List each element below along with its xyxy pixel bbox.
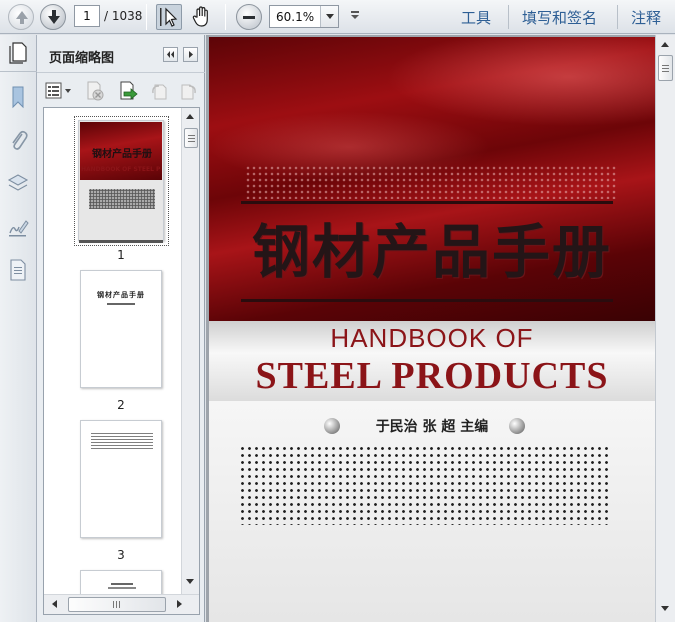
thumbnail-cover-title: 钢材产品手册 (92, 149, 152, 160)
cover-title-english-line1: HANDBOOK OF (330, 323, 534, 353)
thumbnail-dot-pattern (89, 189, 155, 209)
extract-pages-button[interactable] (118, 81, 138, 101)
bookmark-icon (12, 86, 24, 109)
expand-right-button[interactable] (183, 47, 198, 62)
main-toolbar: 1 / 1038 60.1% 工具 填写和签名 注释 (0, 0, 675, 34)
grip-icon (113, 601, 114, 608)
thumbnail-text-line (111, 583, 133, 585)
content-button[interactable] (7, 258, 29, 282)
layers-icon (7, 174, 29, 191)
thumbnail-list: 钢材产品手册 HANDBOOK OF STEEL PRODUCTS 1 钢材产品… (43, 107, 200, 615)
panel-header: 页面缩略图 (37, 35, 205, 73)
rotate-left-icon (152, 84, 167, 100)
toolbar-divider (146, 4, 147, 30)
pages-icon (9, 42, 27, 64)
cover-bullet-right (509, 418, 525, 434)
panel-toolbar (37, 75, 205, 105)
scroll-left-icon[interactable] (48, 597, 63, 612)
document-view[interactable]: 钢材产品手册 HANDBOOK OF STEEL PRODUCTS 于民治 张 … (206, 35, 675, 622)
scroll-thumb[interactable] (68, 597, 166, 612)
rail-divider (0, 71, 37, 72)
bookmarks-button[interactable] (7, 85, 29, 109)
select-cursor-icon (160, 7, 178, 27)
toolbar-divider (225, 4, 226, 30)
scroll-up-icon[interactable] (183, 110, 198, 125)
attachments-button[interactable] (7, 128, 29, 152)
layers-button[interactable] (7, 171, 29, 195)
signature-icon (9, 220, 29, 237)
navigation-rail (0, 35, 37, 622)
attachment-icon (12, 130, 28, 150)
pdf-page-cover: 钢材产品手册 HANDBOOK OF STEEL PRODUCTS 于民治 张 … (209, 37, 655, 622)
page-icon (10, 259, 26, 281)
cover-title-chinese: 钢材产品手册 (251, 218, 612, 286)
zoom-out-button[interactable] (236, 4, 262, 30)
thumbnail-text-block (91, 433, 153, 451)
hand-tool-button[interactable] (189, 4, 215, 30)
delete-page-icon (87, 81, 104, 101)
previous-page-button[interactable] (8, 4, 34, 30)
select-tool-button[interactable] (156, 4, 182, 30)
toolbar-divider (508, 5, 509, 29)
cover-title-english-line2: STEEL PRODUCTS (255, 355, 609, 397)
page-number-input[interactable]: 1 (74, 5, 100, 27)
cover-rule-bottom (241, 299, 613, 302)
arrow-down-icon (48, 10, 60, 24)
tools-link[interactable]: 工具 (461, 7, 491, 28)
signatures-button[interactable] (7, 215, 29, 239)
thumbnails-panel: 页面缩略图 钢材产品手册 HANDBOOK OF STEEL P 1 钢材产品手… (37, 35, 205, 622)
delete-pages-button[interactable] (85, 81, 105, 101)
page-total-label: / 1038 (104, 9, 143, 23)
thumbnail-vertical-scrollbar[interactable] (181, 108, 199, 594)
scroll-thumb[interactable] (658, 55, 673, 81)
options-menu-button[interactable] (45, 81, 73, 101)
thumbnail-cover-subtitle: HANDBOOK OF STEEL PRODUCTS (81, 166, 161, 173)
zoom-select[interactable]: 60.1% (269, 5, 339, 28)
thumbnail-page-2-title: 钢材产品手册 (97, 291, 145, 299)
thumbnail-number: 3 (117, 548, 125, 562)
fill-sign-link[interactable]: 填写和签名 (522, 7, 597, 28)
grip-icon (188, 135, 195, 136)
thumbnail-text-line (108, 587, 136, 589)
extract-page-icon (120, 81, 138, 100)
chevron-right-icon (189, 51, 193, 58)
next-page-button[interactable] (40, 4, 66, 30)
double-chevron-left-icon (167, 51, 174, 58)
thumbnail-page-3[interactable] (80, 420, 162, 538)
thumbnail-horizontal-scrollbar[interactable] (44, 594, 199, 614)
rotate-left-button[interactable] (149, 81, 169, 101)
rotate-right-icon (181, 84, 196, 100)
arrow-up-icon (16, 11, 28, 24)
document-vertical-scrollbar[interactable] (655, 35, 675, 622)
scroll-up-icon[interactable] (658, 38, 673, 53)
thumbnail-number: 2 (117, 398, 125, 412)
cover-dot-pattern (239, 445, 611, 525)
scroll-down-icon[interactable] (183, 574, 198, 589)
thumbnail-page-2[interactable]: 钢材产品手册 (80, 270, 162, 388)
thumbnail-bottom-band (79, 240, 163, 243)
chevron-down-icon[interactable] (320, 6, 338, 27)
cover-top-dot-pattern (245, 165, 617, 199)
more-tools-icon[interactable] (350, 9, 360, 23)
hand-icon (192, 6, 208, 27)
panel-title: 页面缩略图 (49, 51, 115, 66)
list-options-icon (45, 82, 71, 99)
cover-rule-top (241, 201, 613, 204)
grip-icon (662, 65, 669, 66)
thumbnail-number: 1 (117, 248, 125, 262)
toolbar-divider (617, 5, 618, 29)
comment-link[interactable]: 注释 (631, 7, 661, 28)
collapse-left-button[interactable] (163, 47, 178, 62)
scroll-down-icon[interactable] (658, 601, 673, 616)
rotate-right-button[interactable] (179, 81, 199, 101)
scroll-thumb[interactable] (184, 128, 198, 148)
thumbnail-page-1[interactable]: 钢材产品手册 HANDBOOK OF STEEL PRODUCTS (78, 120, 164, 243)
page-thumbnails-button[interactable] (7, 41, 29, 65)
thumbnail-text-line (107, 303, 135, 305)
zoom-value: 60.1% (276, 10, 315, 24)
cover-editors: 于民治 张 超 主编 (375, 419, 489, 435)
scroll-right-icon[interactable] (172, 597, 187, 612)
